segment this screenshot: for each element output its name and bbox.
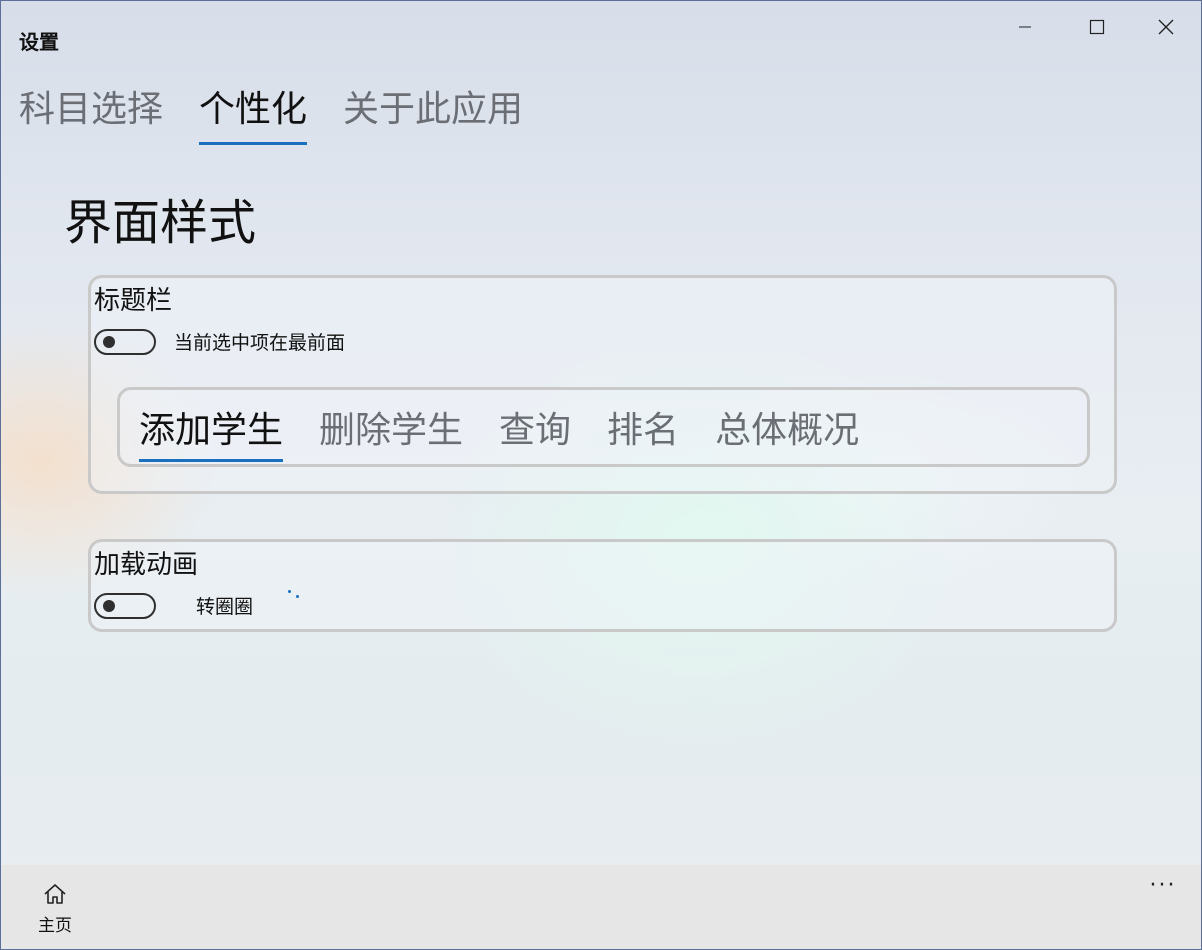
window-title: 设置 (19, 30, 59, 54)
loading-toggle-row: 转圈圈 (94, 589, 306, 619)
toggle-knob (103, 599, 115, 612)
titlebar-group-title: 标题栏 (94, 286, 173, 316)
loading-animation-card: 加载动画 转圈圈 (88, 539, 1117, 632)
loading-spinner-icon (288, 589, 306, 602)
settings-tabs: 科目选择 个性化 关于此应用 (19, 85, 559, 145)
selected-first-toggle-label: 当前选中项在最前面 (174, 332, 346, 354)
minimize-button[interactable] (991, 1, 1059, 53)
preview-tabs: 添加学生 删除学生 查询 排名 总体概况 (139, 408, 895, 462)
toggle-knob (103, 335, 115, 348)
bottom-command-bar: 主页 ··· (1, 865, 1201, 949)
tab-subject-selection[interactable]: 科目选择 (19, 85, 163, 145)
preview-tab-ranking[interactable]: 排名 (607, 408, 679, 462)
preview-tab-overview[interactable]: 总体概况 (715, 408, 859, 462)
preview-tab-add-student[interactable]: 添加学生 (139, 408, 284, 462)
preview-tab-query[interactable]: 查询 (499, 408, 571, 462)
section-title: 界面样式 (64, 195, 257, 251)
tab-about[interactable]: 关于此应用 (343, 85, 523, 145)
tab-personalization[interactable]: 个性化 (199, 85, 308, 145)
home-label: 主页 (38, 916, 72, 936)
close-icon (1158, 19, 1174, 35)
minimize-icon (1019, 26, 1031, 28)
maximize-button[interactable] (1063, 1, 1131, 53)
app-window: 设置 科目选择 个性化 关于此应用 界面样式 标题栏 当前选中项在最前面 添加学… (0, 0, 1202, 950)
more-button[interactable]: ··· (1143, 871, 1183, 901)
titlebar-preview: 添加学生 删除学生 查询 排名 总体概况 (117, 387, 1090, 467)
loading-group-title: 加载动画 (94, 550, 199, 580)
maximize-icon (1089, 19, 1105, 35)
titlebar-toggle-row: 当前选中项在最前面 (94, 328, 345, 355)
spinner-toggle-label: 转圈圈 (196, 596, 254, 618)
selected-first-toggle[interactable] (94, 328, 156, 355)
titlebar-settings-card: 标题栏 当前选中项在最前面 添加学生 删除学生 查询 排名 总体概况 (88, 275, 1117, 494)
home-button[interactable]: 主页 (27, 883, 83, 943)
spinner-toggle[interactable] (94, 592, 156, 619)
close-button[interactable] (1132, 1, 1200, 53)
home-icon (44, 884, 66, 904)
title-bar[interactable]: 设置 (1, 1, 1201, 54)
preview-tab-delete-student[interactable]: 删除学生 (319, 408, 463, 462)
